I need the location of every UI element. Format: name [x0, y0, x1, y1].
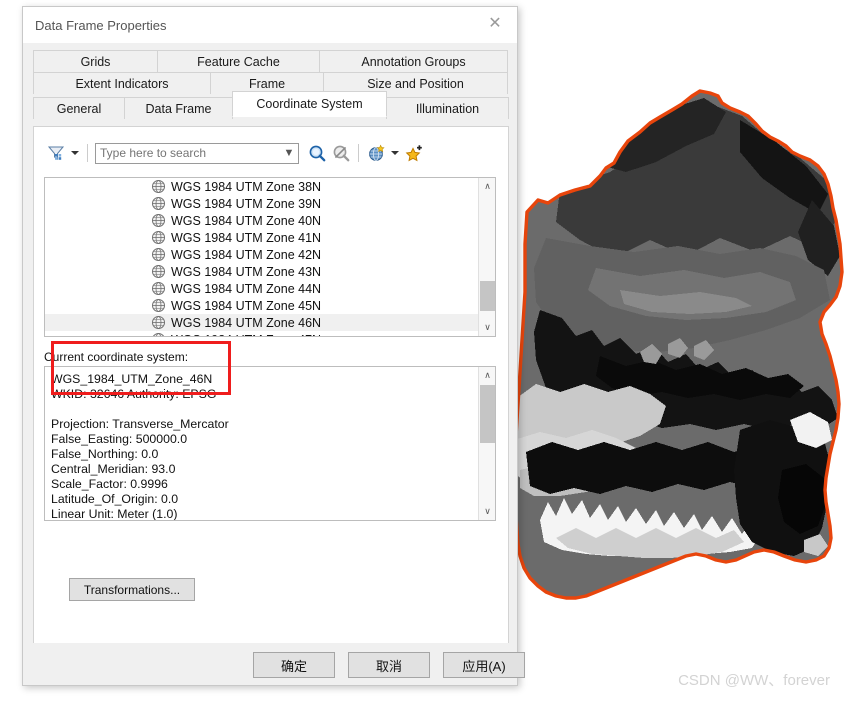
- tab-extent-indicators[interactable]: Extent Indicators: [33, 72, 211, 94]
- desc-scrollbar-thumb[interactable]: [480, 385, 495, 443]
- description-vertical-scrollbar[interactable]: ∧ ∨: [478, 367, 495, 520]
- coordinate-system-list-item[interactable]: WGS 1984 UTM Zone 41N: [45, 229, 478, 246]
- magnifier-cancel-search-icon[interactable]: [329, 141, 353, 165]
- transformations-button[interactable]: Transformations...: [69, 578, 195, 601]
- coordinate-system-list-item[interactable]: WGS 1984 UTM Zone 47N: [45, 331, 478, 336]
- tab-general[interactable]: General: [33, 97, 125, 119]
- coordinate-system-panel: ▼: [33, 126, 509, 647]
- globe-icon: [152, 197, 165, 210]
- tab-illumination[interactable]: Illumination: [386, 97, 509, 119]
- coordinate-system-item-label: WGS 1984 UTM Zone 46N: [171, 315, 322, 330]
- close-icon[interactable]: ✕: [473, 7, 517, 41]
- tab-data-frame[interactable]: Data Frame: [124, 97, 233, 119]
- dialog-titlebar: Data Frame Properties ✕: [23, 7, 517, 43]
- tab-grids[interactable]: Grids: [33, 50, 158, 72]
- globe-icon: [152, 214, 165, 227]
- globe-icon: [152, 231, 165, 244]
- globe-icon: [152, 282, 165, 295]
- coordinate-system-list-item[interactable]: WGS 1984 UTM Zone 39N: [45, 195, 478, 212]
- coordinate-system-list[interactable]: WGS 1984 UTM Zone 38N WGS 1984 UTM Zone 3…: [44, 177, 496, 337]
- csdn-watermark: CSDN @WW、forever: [678, 672, 830, 689]
- search-combobox[interactable]: ▼: [95, 142, 299, 164]
- coordinate-system-item-label: WGS 1984 UTM Zone 42N: [171, 247, 322, 262]
- coordinate-system-item-label: WGS 1984 UTM Zone 47N: [171, 333, 321, 337]
- globe-icon: [152, 299, 165, 312]
- coordinate-system-item-label: WGS 1984 UTM Zone 40N: [171, 213, 322, 228]
- star-add-favorite-icon[interactable]: [402, 141, 426, 165]
- tab-row-1: Grids Feature Cache Annotation Groups: [33, 50, 509, 72]
- coordinate-system-toolbar: ▼: [44, 139, 426, 167]
- current-coordinate-system-label: Current coordinate system:: [44, 350, 189, 364]
- coordinate-system-item-label: WGS 1984 UTM Zone 39N: [171, 196, 322, 211]
- globe-icon: [152, 248, 165, 261]
- coordinate-system-item-label: WGS 1984 UTM Zone 45N: [171, 298, 322, 313]
- coordinate-system-list-item[interactable]: WGS 1984 UTM Zone 40N: [45, 212, 478, 229]
- dialog-footer: 确定 取消 应用(A): [23, 643, 525, 685]
- globe-icon: [152, 265, 165, 278]
- globe-icon: [152, 316, 165, 329]
- list-vertical-scrollbar[interactable]: ∧ ∨: [478, 178, 495, 336]
- coordinate-system-list-item[interactable]: WGS 1984 UTM Zone 42N: [45, 246, 478, 263]
- globe-icon: [152, 180, 165, 193]
- magnifier-search-icon[interactable]: [305, 141, 329, 165]
- coordinate-system-list-item[interactable]: WGS 1984 UTM Zone 45N: [45, 297, 478, 314]
- ok-button[interactable]: 确定: [253, 652, 335, 678]
- toolbar-divider-1: [87, 144, 88, 162]
- coordinate-system-item-label: WGS 1984 UTM Zone 43N: [171, 264, 322, 279]
- coordinate-system-list-item[interactable]: WGS 1984 UTM Zone 43N: [45, 263, 478, 280]
- dialog-title: Data Frame Properties: [35, 18, 167, 33]
- globe-add-icon[interactable]: [364, 141, 388, 165]
- current-coordinate-system-box[interactable]: WGS_1984_UTM_Zone_46N WKID: 32646 Author…: [44, 366, 496, 521]
- tab-strip: Grids Feature Cache Annotation Groups Ex…: [33, 50, 509, 119]
- tab-coordinate-system[interactable]: Coordinate System: [232, 91, 387, 117]
- filter-funnel-icon[interactable]: [44, 141, 68, 165]
- coordinate-system-item-label: WGS 1984 UTM Zone 38N: [171, 179, 322, 194]
- cancel-button[interactable]: 取消: [348, 652, 430, 678]
- scrollbar-thumb[interactable]: [480, 281, 495, 311]
- toolbar-divider-2: [358, 144, 359, 162]
- coordinate-system-item-label: WGS 1984 UTM Zone 44N: [171, 281, 322, 296]
- tab-feature-cache[interactable]: Feature Cache: [157, 50, 320, 72]
- tab-row-3: General Data Frame Coordinate System Ill…: [33, 91, 509, 119]
- tab-annotation-groups[interactable]: Annotation Groups: [319, 50, 508, 72]
- coordinate-system-list-item[interactable]: WGS 1984 UTM Zone 46N: [45, 314, 478, 331]
- search-chevron-down-icon[interactable]: ▼: [280, 147, 298, 159]
- search-input[interactable]: [96, 145, 280, 161]
- desc-scroll-up-icon[interactable]: ∧: [479, 367, 495, 384]
- coordinate-system-list-item[interactable]: WGS 1984 UTM Zone 44N: [45, 280, 478, 297]
- filter-chevron-down-icon[interactable]: [68, 141, 82, 165]
- globe-icon: [153, 333, 164, 336]
- apply-button[interactable]: 应用(A): [443, 652, 525, 678]
- data-frame-properties-dialog: Data Frame Properties ✕ Grids Feature Ca…: [22, 6, 525, 686]
- coordinate-system-item-label: WGS 1984 UTM Zone 41N: [171, 230, 322, 245]
- globe-chevron-down-icon[interactable]: [388, 141, 402, 165]
- scroll-down-icon[interactable]: ∨: [479, 319, 495, 336]
- scroll-up-icon[interactable]: ∧: [479, 178, 495, 195]
- coordinate-system-list-items: WGS 1984 UTM Zone 38N WGS 1984 UTM Zone 3…: [45, 178, 478, 336]
- desc-scroll-down-icon[interactable]: ∨: [479, 503, 495, 520]
- coordinate-system-list-item[interactable]: WGS 1984 UTM Zone 38N: [45, 178, 478, 195]
- current-coordinate-system-text: WGS_1984_UTM_Zone_46N WKID: 32646 Author…: [51, 372, 229, 521]
